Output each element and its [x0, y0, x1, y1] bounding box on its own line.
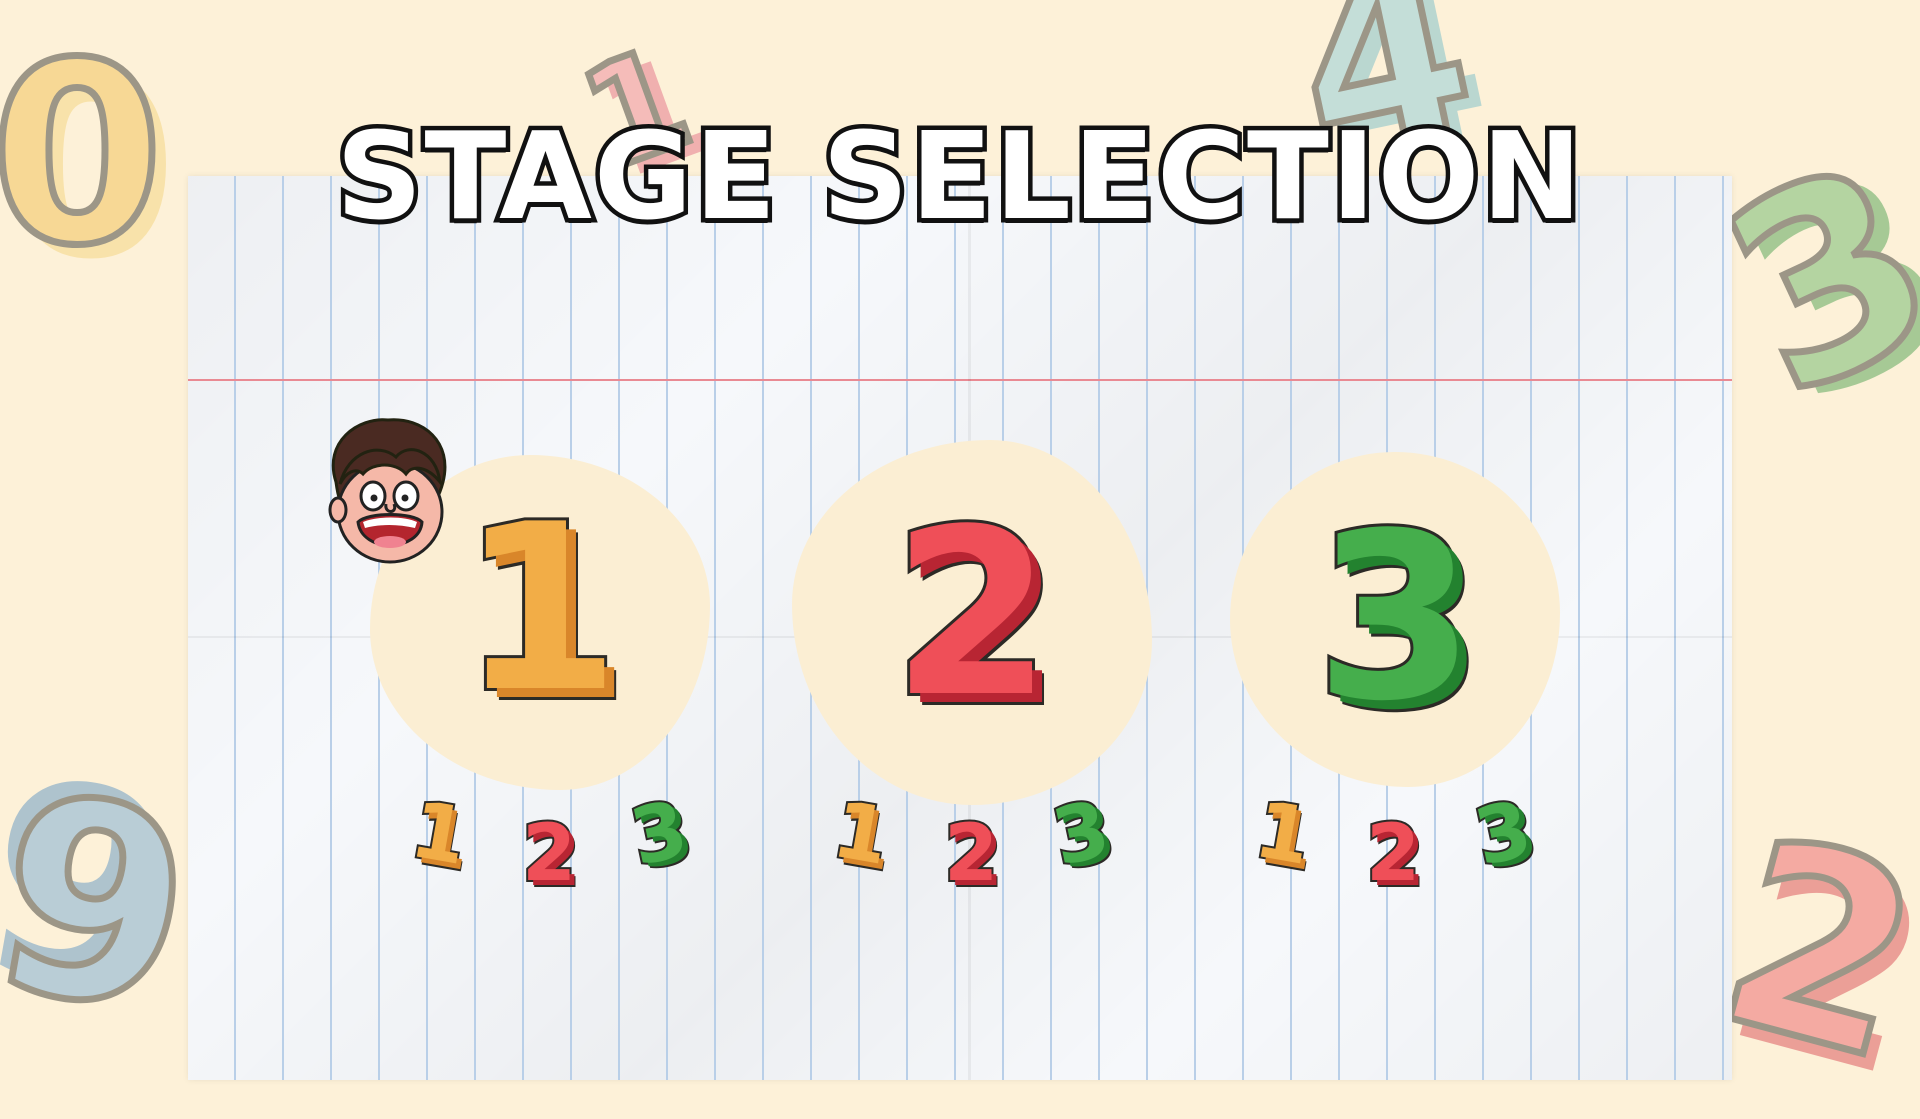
stage-3-number: 3 [1312, 485, 1478, 752]
stage-2-number: 2 [889, 481, 1055, 748]
stage-3-button[interactable]: 3 [1230, 452, 1560, 787]
bg-number-two: 2 [1691, 777, 1920, 1119]
bg-number-six: 6 [0, 721, 217, 1071]
stage-1-level-2-button[interactable]: 2 [520, 813, 578, 895]
boy-face-avatar-icon [328, 418, 447, 564]
stage-2-button[interactable]: 2 [792, 440, 1152, 805]
stage-2-level-2-button[interactable]: 2 [942, 813, 1000, 895]
stage-3-level-2-button[interactable]: 2 [1364, 813, 1422, 895]
page-title: STAGE SELECTION [332, 108, 1587, 247]
